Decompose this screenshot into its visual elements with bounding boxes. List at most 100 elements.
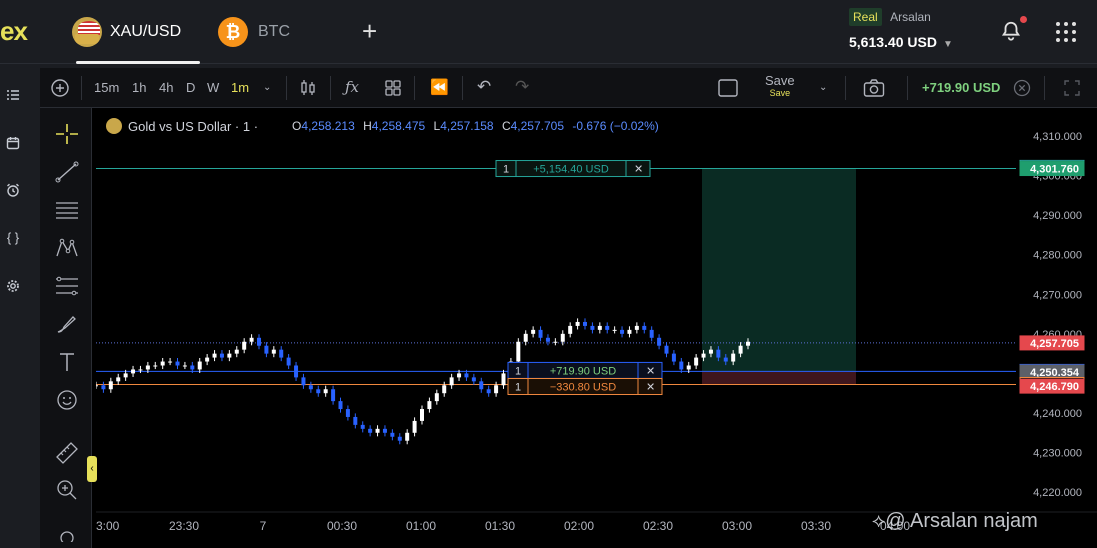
- entry-position-label-qty: 1: [515, 365, 521, 377]
- candle-body: [597, 325, 602, 330]
- candle-body: [642, 325, 647, 330]
- timeframe-d[interactable]: D: [186, 80, 195, 95]
- function-fx-icon[interactable]: ƒx: [345, 78, 359, 96]
- entry-position-label-pnl: +719.90 USD: [550, 365, 616, 377]
- camera-icon[interactable]: [863, 78, 885, 98]
- magnet-icon[interactable]: [54, 526, 80, 542]
- code-braces-icon[interactable]: { }: [6, 230, 20, 245]
- take-profit-zone: [702, 168, 856, 372]
- calendar-icon[interactable]: [6, 136, 20, 150]
- sl-order-label-close-icon: ✕: [646, 382, 655, 394]
- timeframe-1m[interactable]: 1m: [231, 80, 249, 95]
- timeframe-chevron-down-icon[interactable]: ⌄: [263, 82, 271, 93]
- crosshair-icon[interactable]: [54, 122, 80, 146]
- candle-body: [345, 409, 350, 417]
- fib-levels-icon[interactable]: [54, 274, 80, 298]
- price-chart[interactable]: 1 +5,154.40 USD ✕ 1 +719.90 USD ✕ 1 −330.80 USD…: [94, 108, 1097, 548]
- candle-body: [649, 329, 654, 338]
- candlestick-type-icon[interactable]: [299, 78, 317, 98]
- sl-order-label[interactable]: 1 −330.80 USD ✕: [507, 378, 663, 396]
- candle-body: [471, 377, 476, 382]
- legend-symbol: Gold vs US Dollar · 1 ·: [128, 118, 259, 134]
- templates-grid-icon[interactable]: [384, 79, 402, 97]
- text-tool-icon[interactable]: [54, 350, 80, 374]
- candle-body: [197, 361, 202, 370]
- candle-body: [605, 325, 610, 330]
- candle-body: [360, 424, 365, 429]
- candle-body: [108, 381, 113, 390]
- bitcoin-icon: ₿: [218, 17, 248, 47]
- candle-body: [420, 409, 424, 421]
- tab-xauusd[interactable]: XAU/USD: [72, 12, 204, 64]
- expand-icon[interactable]: [1064, 80, 1080, 96]
- ruler-icon[interactable]: [54, 440, 80, 464]
- candle-body: [516, 341, 521, 362]
- fullscreen-box-icon[interactable]: [718, 79, 738, 97]
- timeframe-4h[interactable]: 4h: [159, 80, 173, 95]
- notification-dot: [1020, 16, 1027, 23]
- emoji-icon[interactable]: [54, 388, 80, 412]
- candle-body: [679, 361, 684, 370]
- x-tick-label: 01:30: [485, 519, 515, 533]
- gear-icon[interactable]: [6, 279, 20, 293]
- tp-order-label[interactable]: 1 +5,154.40 USD ✕: [495, 160, 651, 178]
- save-button[interactable]: Save Save: [765, 74, 795, 100]
- undo-icon[interactable]: ↶: [477, 77, 491, 97]
- brush-icon[interactable]: [54, 312, 80, 336]
- chart-plot-area[interactable]: 1 +5,154.40 USD ✕ 1 +719.90 USD ✕ 1 −330.80 USD…: [94, 108, 1097, 548]
- timeframe-w[interactable]: W: [207, 80, 219, 95]
- candle-body: [205, 357, 210, 362]
- alarm-clock-icon[interactable]: [6, 183, 20, 197]
- x-tick-label: 01:00: [406, 519, 436, 533]
- candle-body: [219, 353, 224, 358]
- x-tick-label: 00:30: [327, 519, 357, 533]
- candle-body: [153, 365, 158, 367]
- watermark-text: Arsalan najam: [909, 510, 1038, 532]
- legend-open: 4,258.213: [301, 119, 355, 133]
- tab-btc-label: BTC: [258, 23, 290, 40]
- candle-body: [671, 353, 676, 362]
- candle-body: [279, 349, 284, 358]
- close-position-icon[interactable]: [1013, 79, 1031, 97]
- trend-line-icon[interactable]: [54, 160, 80, 184]
- candle-body: [531, 329, 536, 334]
- bell-icon[interactable]: [1000, 20, 1022, 42]
- watermark: ⟡@ Arsalan najam: [872, 510, 1038, 532]
- candle-body: [412, 420, 417, 433]
- candle-body: [560, 333, 565, 342]
- x-tick-label: 03:00: [722, 519, 752, 533]
- candle-body: [190, 365, 195, 370]
- pattern-icon[interactable]: [54, 236, 80, 260]
- save-label: Save: [765, 73, 795, 88]
- add-indicator-icon[interactable]: [50, 78, 70, 98]
- x-tick-label: 02:00: [564, 519, 594, 533]
- timeframe-1h[interactable]: 1h: [132, 80, 146, 95]
- tab-btc[interactable]: ₿ BTC: [218, 12, 290, 52]
- apps-grid-icon[interactable]: [1056, 22, 1076, 42]
- candle-body: [590, 325, 595, 330]
- zoom-in-icon[interactable]: [54, 478, 80, 502]
- entry-position-label[interactable]: 1 +719.90 USD ✕: [507, 361, 663, 379]
- candle-body: [138, 369, 143, 371]
- candle-body: [353, 416, 358, 425]
- replay-icon[interactable]: ⏪: [430, 78, 449, 96]
- exness-logo[interactable]: ex: [0, 16, 28, 47]
- horizontal-lines-icon[interactable]: [54, 198, 80, 222]
- entry-position-label-close-icon: ✕: [646, 365, 655, 377]
- account-type-badge: Real: [849, 8, 882, 26]
- account-selector[interactable]: Real Arsalan 5,613.40 USD ▼: [849, 8, 953, 50]
- account-name: Arsalan: [890, 10, 931, 24]
- candle-body: [94, 385, 98, 387]
- y-tick-label: 4,230.000: [1033, 448, 1082, 460]
- candle-body: [575, 321, 580, 326]
- candle-body: [227, 353, 232, 358]
- add-tab-button[interactable]: +: [362, 16, 377, 47]
- save-chevron-down-icon[interactable]: ⌄: [819, 82, 827, 93]
- tp-order-label-pnl: +5,154.40 USD: [533, 164, 609, 176]
- candle-body: [257, 337, 261, 346]
- xauusd-flag-icon: [72, 17, 102, 47]
- candle-body: [708, 349, 713, 354]
- timeframe-15m[interactable]: 15m: [94, 80, 119, 95]
- menu-list-icon[interactable]: [6, 88, 20, 102]
- candle-body: [375, 428, 380, 433]
